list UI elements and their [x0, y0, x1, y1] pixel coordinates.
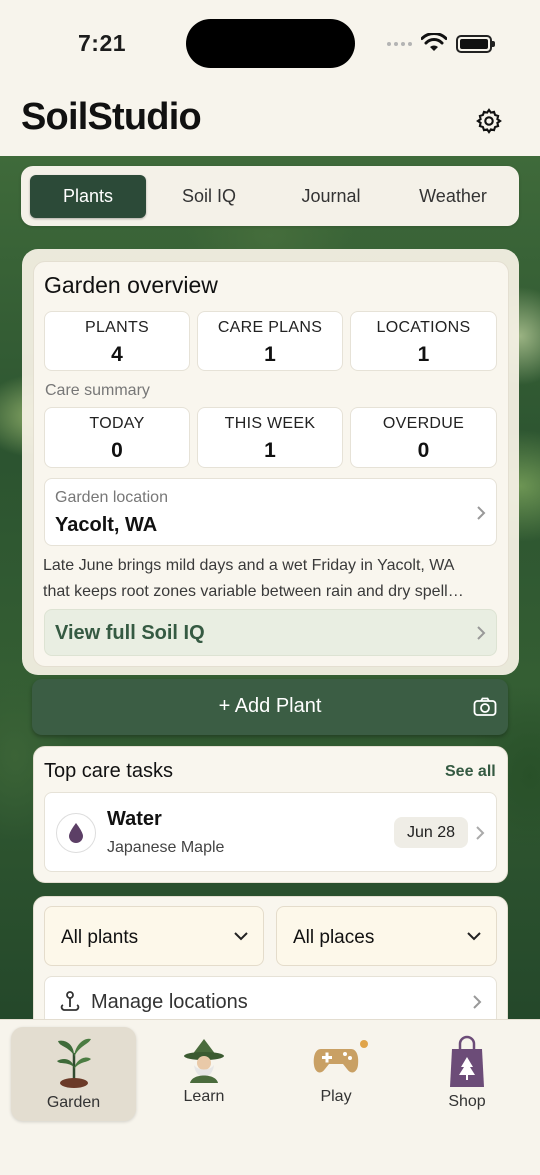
settings-button[interactable]: [472, 104, 506, 138]
app-logo: SoilStudio: [21, 96, 202, 138]
task-icon-badge: [56, 813, 96, 853]
water-drop-icon: [69, 823, 83, 843]
stat-label: PLANTS: [84, 319, 150, 336]
view-soil-iq-link[interactable]: View full Soil IQ: [44, 609, 497, 656]
nav-label: Learn: [183, 1088, 225, 1105]
stat-label: CARE PLANS: [217, 319, 323, 336]
tab-journal[interactable]: Journal: [273, 175, 389, 218]
dynamic-island: [186, 19, 355, 68]
chevron-down-icon: [467, 932, 481, 941]
plants-filter-value: All plants: [61, 927, 139, 948]
shopping-bag-icon: [450, 1035, 484, 1087]
nav-label: Play: [320, 1088, 352, 1105]
see-all-link[interactable]: See all: [445, 763, 496, 781]
garden-location-label: Garden location: [55, 489, 168, 506]
stat-value: 1: [264, 439, 276, 462]
chevron-right-icon: [477, 626, 486, 640]
add-plant-label: + Add Plant: [218, 695, 322, 717]
care-summary-label: Care summary: [45, 382, 150, 399]
nav-learn[interactable]: Learn: [148, 1027, 260, 1121]
view-soil-iq-label: View full Soil IQ: [55, 622, 205, 644]
notification-dot: [360, 1040, 368, 1048]
nav-label: Shop: [448, 1093, 486, 1110]
wifi-icon: [421, 33, 447, 51]
nav-garden[interactable]: Garden: [11, 1027, 136, 1121]
chevron-right-icon: [476, 826, 485, 840]
stat-value: 4: [111, 343, 123, 366]
stat-value: 0: [417, 439, 430, 462]
tab-weather[interactable]: Weather: [395, 175, 511, 218]
nav-shop[interactable]: Shop: [412, 1027, 522, 1121]
chevron-right-icon: [473, 995, 482, 1009]
stat-locations[interactable]: LOCATIONS 1: [350, 311, 497, 371]
gear-icon: [476, 108, 502, 134]
location-pin-icon: [60, 991, 80, 1011]
task-date-badge: Jun 28: [394, 817, 468, 848]
soil-summary-line: Late June brings mild days and a wet Fri…: [43, 557, 455, 574]
places-filter-value: All places: [293, 927, 375, 948]
stat-label: TODAY: [89, 415, 145, 432]
signal-icon: [387, 42, 412, 46]
soil-summary-text: Late June brings mild days and a wet Fri…: [43, 553, 498, 605]
stat-value: 1: [264, 343, 276, 366]
stat-value: 0: [111, 439, 123, 462]
stat-care-plans[interactable]: CARE PLANS 1: [197, 311, 343, 371]
status-bar: 7:21: [0, 0, 540, 90]
sprout-icon: [56, 1038, 91, 1088]
status-time: 7:21: [78, 30, 127, 56]
wizard-icon: [184, 1039, 224, 1083]
stat-label: OVERDUE: [382, 415, 465, 432]
tab-plants[interactable]: Plants: [30, 175, 146, 218]
app-header: SoilStudio: [0, 90, 540, 156]
gamepad-icon: [313, 1049, 359, 1073]
stat-label: LOCATIONS: [376, 319, 471, 336]
task-plant: Japanese Maple: [107, 839, 225, 856]
segmented-tabs: Plants Soil IQ Journal Weather: [21, 166, 519, 226]
places-filter-select[interactable]: All places: [276, 906, 497, 966]
chevron-right-icon: [477, 506, 486, 520]
stat-overdue[interactable]: OVERDUE 0: [350, 407, 497, 468]
nav-label: Garden: [46, 1094, 101, 1111]
overview-title: Garden overview: [44, 272, 218, 298]
battery-icon: [456, 35, 495, 53]
soil-summary-line: that keeps root zones variable between r…: [43, 583, 464, 600]
stat-value: 1: [417, 343, 430, 366]
camera-icon[interactable]: [473, 697, 497, 717]
plants-filter-select[interactable]: All plants: [44, 906, 264, 966]
stat-this-week[interactable]: THIS WEEK 1: [197, 407, 343, 468]
nav-play[interactable]: Play: [280, 1027, 392, 1121]
stat-label: THIS WEEK: [224, 415, 316, 432]
manage-locations-label: Manage locations: [91, 991, 248, 1013]
top-care-tasks-title: Top care tasks: [44, 760, 173, 782]
task-name: Water: [107, 808, 162, 830]
tab-soil-iq[interactable]: Soil IQ: [151, 175, 267, 218]
garden-location-row[interactable]: Garden location Yacolt, WA: [44, 478, 497, 546]
chevron-down-icon: [234, 932, 248, 941]
add-plant-button[interactable]: + Add Plant: [32, 679, 508, 735]
stat-today[interactable]: TODAY 0: [44, 407, 190, 468]
garden-location-value: Yacolt, WA: [55, 514, 158, 536]
stat-plants[interactable]: PLANTS 4: [44, 311, 190, 371]
